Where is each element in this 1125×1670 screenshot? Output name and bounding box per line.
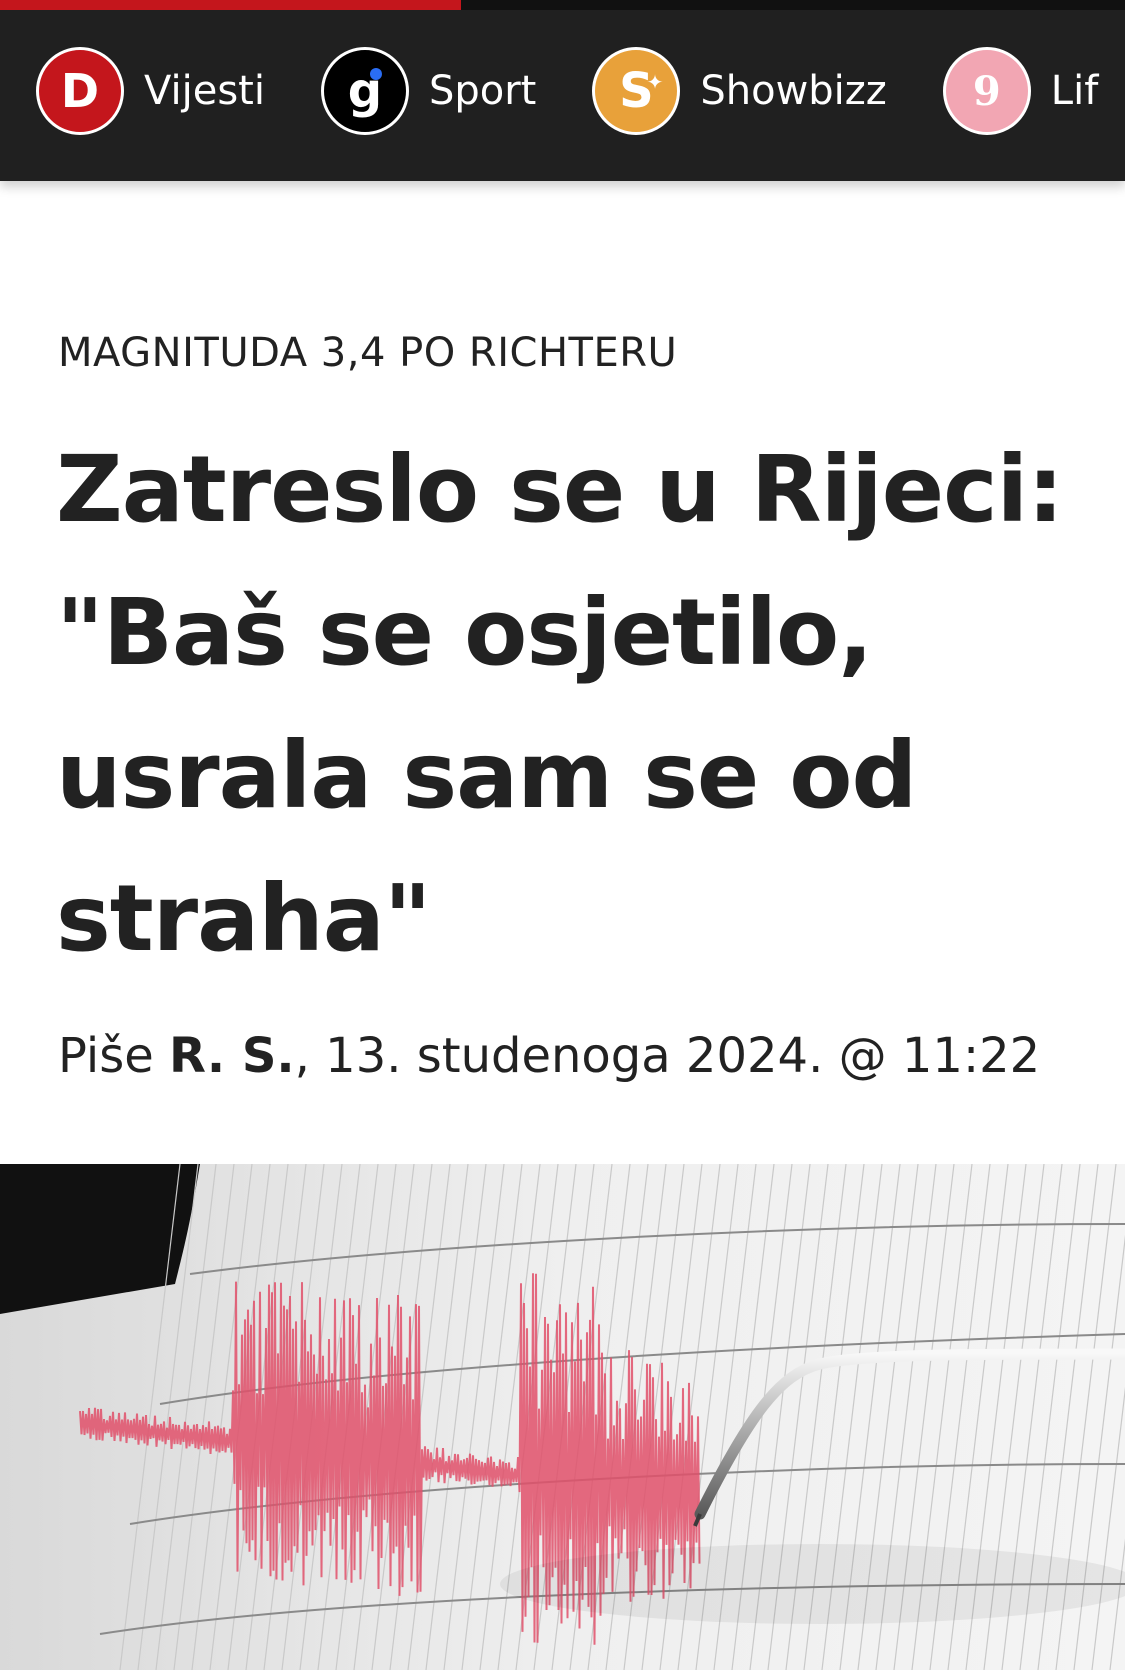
logo-dot-icon xyxy=(369,68,382,80)
sparkle-icon: ✦ xyxy=(646,70,664,94)
logo-letter: D xyxy=(60,64,100,118)
byline-author[interactable]: R. S. xyxy=(169,1028,295,1084)
reading-progress-fill xyxy=(0,0,462,10)
dnevnik-logo-icon: D xyxy=(36,47,124,135)
headline-line: straha" xyxy=(56,865,432,972)
headline-line: usrala sam se od xyxy=(56,722,917,829)
nav-item-label: Showbizz xyxy=(700,68,887,114)
article-page: D Vijesti g Sport S ✦ Showbizz 9 Lif MAG… xyxy=(0,0,1125,1670)
nav-item-lifestyle[interactable]: 9 Lif xyxy=(942,47,1099,135)
article-kicker: MAGNITUDA 3,4 PO RICHTERU xyxy=(58,330,678,376)
article-byline: Piše R. S., 13. studenoga 2024. @ 11:22 xyxy=(58,1028,1040,1084)
section-nav: D Vijesti g Sport S ✦ Showbizz 9 Lif xyxy=(36,47,1125,135)
nav-item-label: Lif xyxy=(1050,68,1099,114)
gol-logo-icon: g xyxy=(320,47,409,135)
nav-item-label: Vijesti xyxy=(144,68,265,114)
showbizz-logo-icon: S ✦ xyxy=(592,47,681,135)
reading-progress-track xyxy=(0,0,1125,10)
nav-item-showbizz[interactable]: S ✦ Showbizz xyxy=(592,47,887,135)
nav-item-sport[interactable]: g Sport xyxy=(320,47,537,135)
article-headline: Zatreslo se u Rijeci: "Baš se osjetilo, … xyxy=(56,418,1066,990)
article-hero-image xyxy=(0,1164,1125,1670)
byline-date: , 13. studenoga 2024. @ 11:22 xyxy=(294,1028,1041,1084)
lifestyle-logo-icon: 9 xyxy=(942,47,1031,135)
nav-item-label: Sport xyxy=(428,68,537,114)
byline-prefix: Piše xyxy=(58,1028,154,1084)
headline-line: "Baš se osjetilo, xyxy=(56,579,873,686)
logo-letter: 9 xyxy=(972,67,1001,115)
nav-item-vijesti[interactable]: D Vijesti xyxy=(36,47,265,135)
top-navigation-bar: D Vijesti g Sport S ✦ Showbizz 9 Lif xyxy=(0,0,1125,181)
headline-line: Zatreslo se u Rijeci: xyxy=(56,436,1064,543)
seismograph-recording-icon xyxy=(0,1164,1125,1670)
